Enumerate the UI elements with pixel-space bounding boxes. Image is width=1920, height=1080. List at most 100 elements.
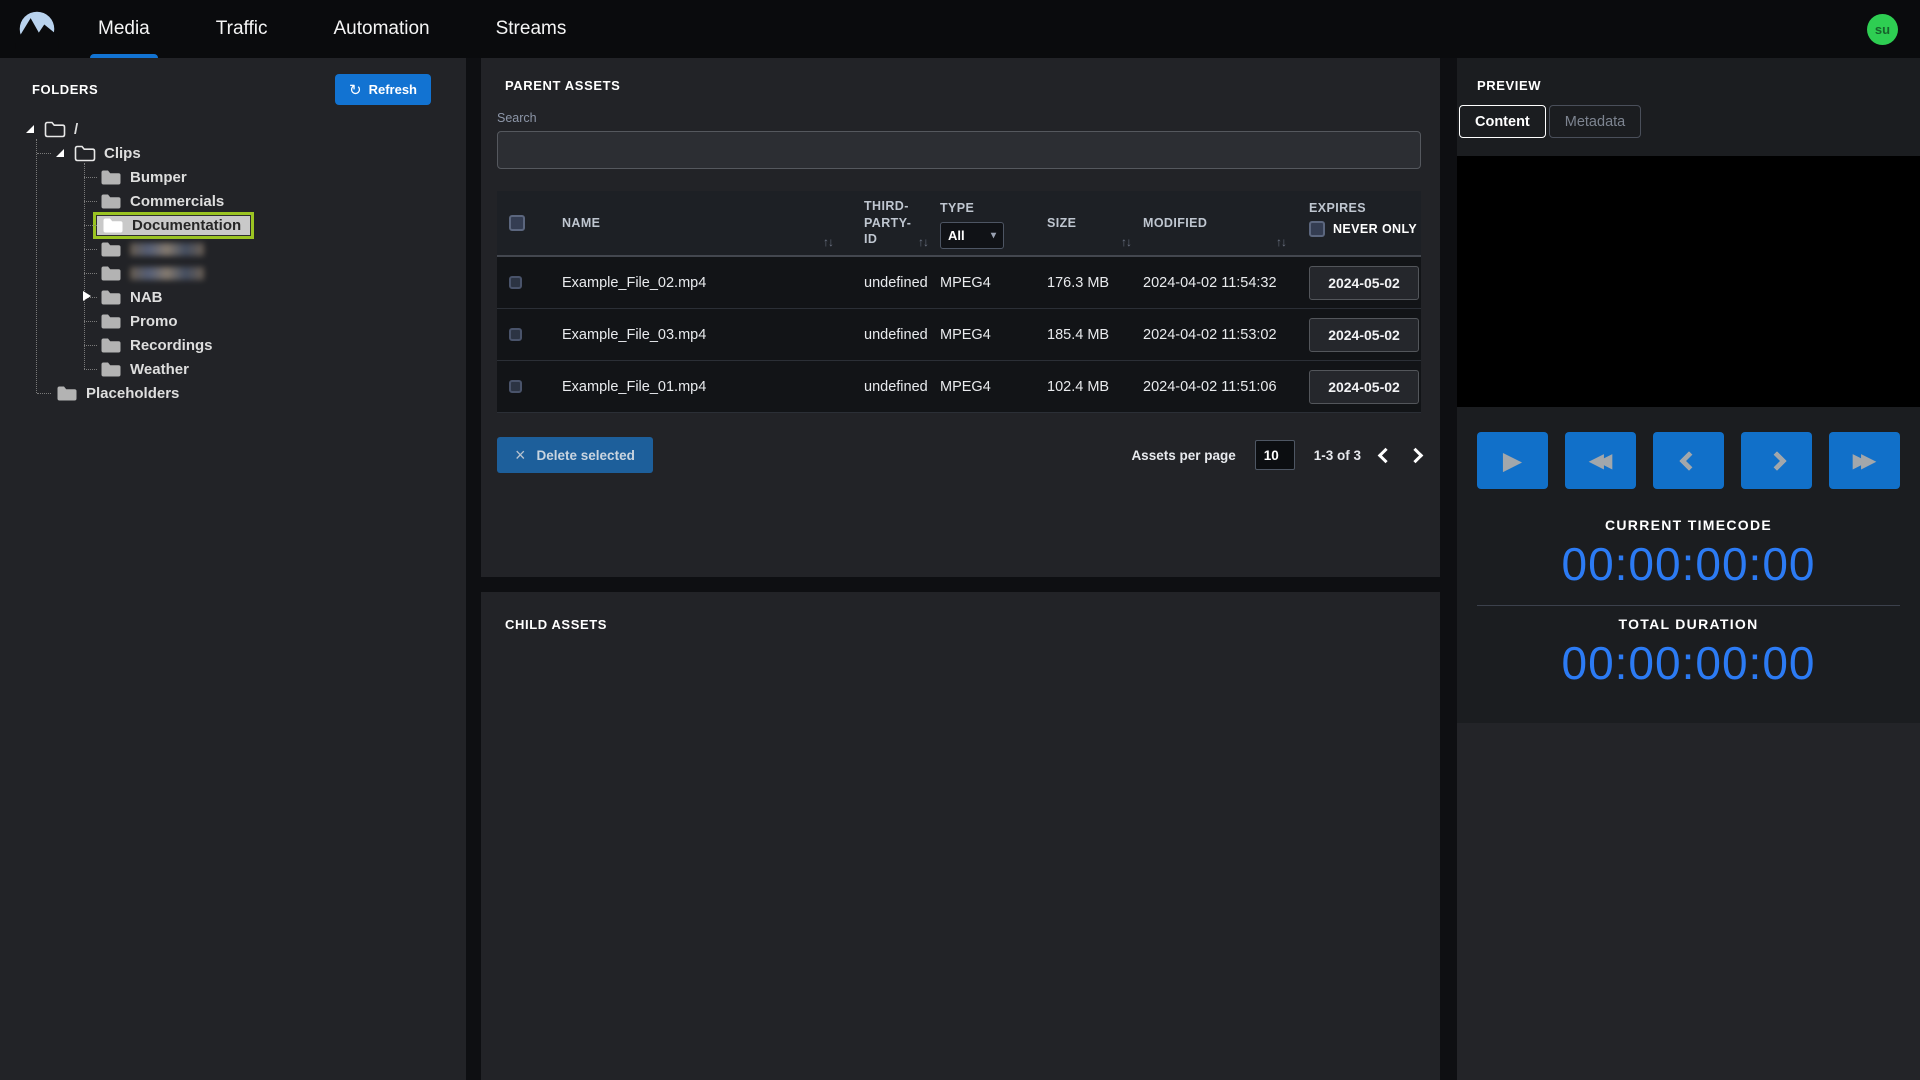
row-checkbox[interactable] (509, 328, 522, 341)
fast-forward-button[interactable]: ▶▶ (1829, 432, 1900, 489)
tab-streams[interactable]: Streams (486, 0, 577, 58)
folder-label: Recordings (130, 336, 213, 354)
type-filter-value: All (948, 227, 965, 243)
folder-item-nab[interactable]: NAB (0, 285, 466, 309)
folder-icon (100, 361, 122, 378)
folder-item-promo[interactable]: Promo (0, 309, 466, 333)
assets-table: NAME ↑↓ THIRD-PARTY-ID ↑↓ TYPE All ▾ SIZ… (497, 191, 1421, 413)
folder-item-redacted[interactable] (0, 261, 466, 285)
redacted-folder-label (130, 266, 204, 280)
chevron-left-icon (1678, 450, 1699, 471)
expander-slot (80, 193, 98, 209)
user-avatar[interactable]: su (1867, 13, 1898, 45)
table-row[interactable]: Example_File_02.mp4 undefined MPEG4 176.… (497, 257, 1421, 309)
folder-icon (100, 241, 122, 258)
fast-forward-icon: ▶▶ (1852, 450, 1877, 472)
never-only-checkbox[interactable] (1309, 220, 1325, 237)
per-page-input[interactable] (1254, 440, 1295, 470)
redacted-folder-label (130, 242, 204, 256)
delete-icon: × (515, 444, 526, 465)
sort-name-icon[interactable]: ↑↓ (823, 235, 834, 249)
expander-slot (80, 313, 98, 329)
folder-icon (44, 121, 66, 138)
next-page-icon[interactable] (1407, 447, 1424, 463)
select-all-checkbox[interactable] (509, 215, 525, 231)
play-button[interactable]: ▶ (1477, 432, 1548, 489)
folder-item-recordings[interactable]: Recordings (0, 333, 466, 357)
tab-automation[interactable]: Automation (323, 0, 439, 58)
expires-date-button[interactable]: 2024-05-02 (1309, 369, 1419, 404)
folder-item-redacted[interactable] (0, 237, 466, 261)
preview-tabs: Content Metadata (1459, 105, 1920, 138)
folder-item-root[interactable]: / (0, 117, 466, 141)
folder-item-bumper[interactable]: Bumper (0, 165, 466, 189)
folder-icon (100, 193, 122, 210)
folders-title: FOLDERS (32, 82, 99, 97)
expires-date-button[interactable]: 2024-05-02 (1309, 317, 1419, 352)
pagination: Assets per page 1-3 of 3 (1131, 440, 1424, 470)
tab-media[interactable]: Media (88, 0, 160, 58)
child-assets-panel: CHILD ASSETS (481, 592, 1440, 1080)
expander-slot (80, 337, 98, 353)
per-page-label: Assets per page (1131, 447, 1236, 463)
folder-item-clips[interactable]: Clips (0, 141, 466, 165)
folder-label: / (74, 120, 79, 138)
parent-assets-panel: PARENT ASSETS Search NAME ↑↓ THIRD-PARTY… (481, 58, 1440, 577)
sort-modified-icon[interactable]: ↑↓ (1276, 235, 1287, 249)
tab-traffic[interactable]: Traffic (206, 0, 278, 58)
chevron-down-icon: ▾ (990, 229, 996, 241)
refresh-button[interactable]: ↻ Refresh (335, 74, 431, 105)
total-duration-value: 00:00:00:00 (1561, 637, 1816, 689)
delete-selected-button[interactable]: × Delete selected (497, 437, 653, 473)
folder-item-weather[interactable]: Weather (0, 357, 466, 381)
tab-automation-label: Automation (333, 18, 430, 39)
expander-slot (80, 241, 98, 257)
table-row[interactable]: Example_File_03.mp4 undefined MPEG4 185.… (497, 309, 1421, 361)
folder-label: Weather (130, 360, 189, 378)
folder-label: Bumper (130, 168, 187, 186)
search-input[interactable] (497, 131, 1421, 169)
asset-name: Example_File_02.mp4 (562, 274, 707, 291)
folder-icon (100, 289, 122, 306)
table-footer: × Delete selected Assets per page 1-3 of… (497, 437, 1424, 473)
tab-streams-label: Streams (495, 18, 567, 39)
step-backward-button[interactable] (1653, 432, 1724, 489)
asset-third-party-id: undefined (864, 326, 928, 343)
asset-size: 102.4 MB (1047, 378, 1110, 395)
asset-modified: 2024-04-02 11:51:06 (1143, 378, 1277, 395)
folder-item-documentation-selected[interactable]: Documentation (0, 211, 466, 239)
rewind-button[interactable]: ◀◀ (1565, 432, 1636, 489)
row-checkbox[interactable] (509, 380, 522, 393)
expires-date-button[interactable]: 2024-05-02 (1309, 265, 1419, 300)
tab-content-label: Content (1475, 113, 1530, 130)
column-modified: MODIFIED (1143, 215, 1208, 230)
folder-item-placeholders[interactable]: Placeholders (0, 381, 466, 405)
never-only-label: NEVER ONLY (1333, 221, 1418, 236)
folder-icon (100, 313, 122, 330)
tab-traffic-label: Traffic (215, 18, 268, 39)
folder-icon (100, 337, 122, 354)
sort-size-icon[interactable]: ↑↓ (1121, 235, 1132, 249)
expander-collapsed-icon[interactable] (80, 289, 98, 305)
step-forward-button[interactable] (1741, 432, 1812, 489)
sort-third-party-icon[interactable]: ↑↓ (918, 235, 929, 249)
table-row[interactable]: Example_File_01.mp4 undefined MPEG4 102.… (497, 361, 1421, 413)
tab-metadata[interactable]: Metadata (1548, 105, 1642, 138)
folders-panel: FOLDERS ↻ Refresh / Clips Bumper Commerc… (0, 58, 466, 1080)
selected-folder-highlight[interactable]: Documentation (92, 211, 255, 239)
column-third-party-id: THIRD-PARTY-ID (864, 198, 912, 247)
folder-tree: / Clips Bumper Commercials Documentation… (0, 117, 466, 405)
folder-item-commercials[interactable]: Commercials (0, 189, 466, 213)
expander-expanded-icon[interactable] (54, 145, 72, 161)
prev-page-icon[interactable] (1377, 447, 1394, 463)
expander-expanded-icon[interactable] (24, 121, 42, 137)
column-name: NAME (562, 215, 601, 230)
search-label: Search (497, 111, 537, 125)
folder-label: Documentation (132, 216, 242, 234)
row-checkbox[interactable] (509, 276, 522, 289)
type-filter-dropdown[interactable]: All ▾ (940, 221, 1004, 249)
column-size: SIZE (1047, 215, 1077, 230)
asset-type: MPEG4 (940, 378, 991, 395)
tab-content[interactable]: Content (1459, 105, 1546, 138)
app-root: Media Traffic Automation Streams su FOLD… (0, 0, 1920, 1080)
